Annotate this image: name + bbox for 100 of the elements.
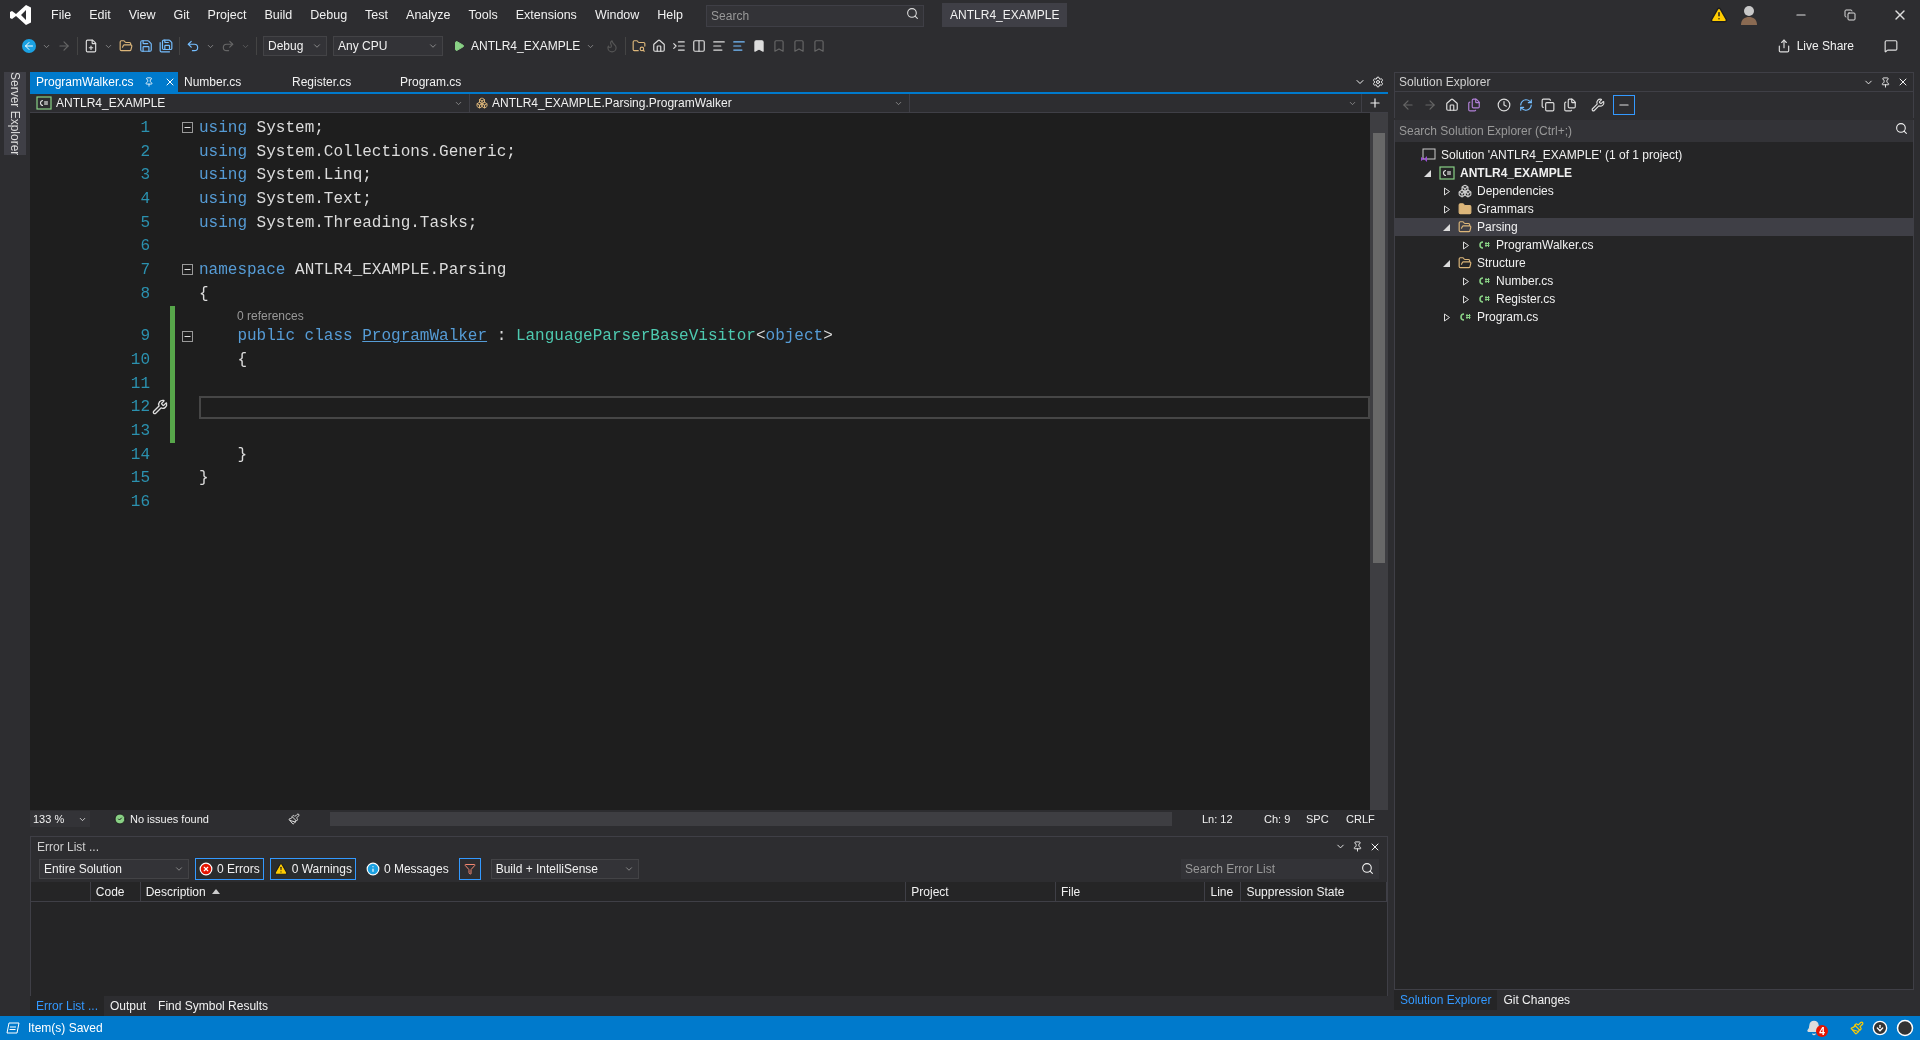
menu-item[interactable]: Extensions [506,5,586,25]
project-dropdown[interactable]: ANTLR4_EXAMPLE [30,94,470,112]
column-header[interactable]: Line [1205,882,1242,901]
tree-item[interactable]: Register.cs [1395,290,1913,308]
scrollbar-thumb[interactable] [1373,133,1385,563]
column-header[interactable]: Description [140,882,907,901]
collapsed-arrow-icon[interactable] [1462,294,1470,304]
document-tab[interactable]: Program.cs [394,72,502,92]
filter-icon[interactable] [463,863,476,875]
panel-tab[interactable]: Git Changes [1497,990,1577,1010]
expanded-arrow-icon[interactable] [1424,168,1432,178]
tree-item[interactable]: Number.cs [1395,272,1913,290]
search-field[interactable]: Search [706,5,925,27]
new-item-icon[interactable] [84,39,98,53]
search-field[interactable]: Search Solution Explorer (Ctrl+;) [1394,120,1914,142]
reference-count-link[interactable]: 0 references [237,306,304,325]
column-indicator[interactable]: Ch: 9 [1264,810,1306,828]
live-share-button[interactable]: Live Share [1776,37,1854,55]
play-icon[interactable] [453,40,465,52]
search-icon[interactable] [1895,122,1908,135]
class-icon[interactable] [476,97,488,109]
properties-icon[interactable] [1591,98,1605,112]
search-field[interactable]: Search Error List [1181,859,1379,879]
panel-tab[interactable]: Solution Explorer [1394,990,1498,1010]
filter-toggle[interactable]: 0 Messages [361,858,453,880]
close-icon[interactable] [1897,76,1909,88]
caret-icon[interactable] [174,864,184,874]
column-header[interactable]: File [1055,882,1206,901]
redo-icon[interactable] [221,39,235,53]
whitespace-indicator[interactable]: SPC [1306,810,1346,828]
menu-item[interactable]: File [42,5,81,25]
filter-toggle[interactable]: 0 Errors [195,858,264,880]
menu-item[interactable]: Help [648,5,693,25]
collapse-icon[interactable] [181,330,193,342]
menu-item[interactable]: View [119,5,165,25]
document-tab[interactable]: Number.cs [178,72,286,92]
panel-tab[interactable]: Find Symbol Results [152,996,275,1016]
save-all-icon[interactable] [159,39,173,53]
menu-item[interactable]: Tools [459,5,507,25]
account-avatar[interactable] [1740,5,1758,25]
back-icon[interactable] [22,39,36,53]
column-header[interactable]: Project [906,882,1056,901]
scope-dropdown[interactable]: Entire Solution [39,859,189,879]
menu-item[interactable]: Git [164,5,199,25]
collapse-icon[interactable] [181,122,193,134]
feedback-icon[interactable] [1884,39,1898,53]
configuration-dropdown[interactable]: Debug [263,36,327,56]
indent-icon[interactable] [672,39,687,53]
zoom-dropdown[interactable]: 133 % [30,810,90,828]
pin-icon[interactable] [1880,76,1891,88]
document-tab[interactable]: Register.cs [286,72,394,92]
tree-item[interactable]: ANTLR4_EXAMPLE [1395,164,1913,182]
tree-item[interactable]: Grammars [1395,200,1913,218]
panel-tab[interactable]: Output [104,996,153,1016]
settings-icon[interactable] [1372,76,1384,88]
filter-button[interactable] [458,858,481,880]
collapsed-arrow-icon[interactable] [1462,276,1470,286]
collapsed-arrow-icon[interactable] [1443,204,1451,214]
collapsed-arrow-icon[interactable] [1462,240,1470,250]
download-icon[interactable] [1872,1020,1888,1036]
menu-item[interactable]: Build [255,5,302,25]
pin-icon[interactable] [1352,841,1363,852]
filter-toggle[interactable]: 0 Warnings [269,858,356,880]
save-icon[interactable] [139,39,153,53]
switch-views-icon[interactable] [1467,98,1481,112]
start-button[interactable]: ANTLR4_EXAMPLE [449,37,600,55]
caret-icon[interactable] [428,41,438,51]
screwdriver-icon[interactable] [152,399,168,416]
source-dropdown[interactable]: Build + IntelliSense [490,859,639,879]
expanded-arrow-icon[interactable] [1443,222,1451,232]
undo-icon[interactable] [186,39,200,53]
collapse-all-icon[interactable] [1541,98,1555,112]
refresh-icon[interactable] [1519,98,1533,112]
line-ending-indicator[interactable]: CRLF [1346,810,1388,828]
column-header[interactable]: Code [90,882,141,901]
split-icon[interactable] [1368,96,1382,110]
column-header[interactable]: Suppression State [1241,882,1387,901]
menu-item[interactable]: Analyze [397,5,460,25]
columns-icon[interactable] [692,39,707,53]
warning-icon[interactable] [1710,6,1728,24]
restore-icon[interactable] [1844,9,1856,21]
folder-search-icon[interactable] [632,39,647,53]
app-logo[interactable] [9,3,33,27]
type-dropdown[interactable]: ANTLR4_EXAMPLE.Parsing.ProgramWalker [470,94,910,112]
tree-item[interactable]: Program.cs [1395,308,1913,326]
brush-icon[interactable] [288,813,300,825]
history-icon[interactable] [1497,98,1511,112]
menu-item[interactable]: Test [356,5,398,25]
menu-item[interactable]: Project [198,5,256,25]
line-indicator[interactable]: Ln: 12 [1202,810,1264,828]
platform-dropdown[interactable]: Any CPU [333,36,443,56]
search-icon[interactable] [1361,862,1374,875]
menu-item[interactable]: Window [585,5,649,25]
collapsed-arrow-icon[interactable] [1443,186,1451,196]
tree-item[interactable]: Structure [1395,254,1913,272]
vertical-scrollbar[interactable] [1370,113,1388,810]
expanded-arrow-icon[interactable] [1443,258,1451,268]
collapse-icon[interactable] [181,264,193,276]
tree-item[interactable]: Parsing [1395,218,1913,236]
menu-item[interactable]: Debug [301,5,357,25]
